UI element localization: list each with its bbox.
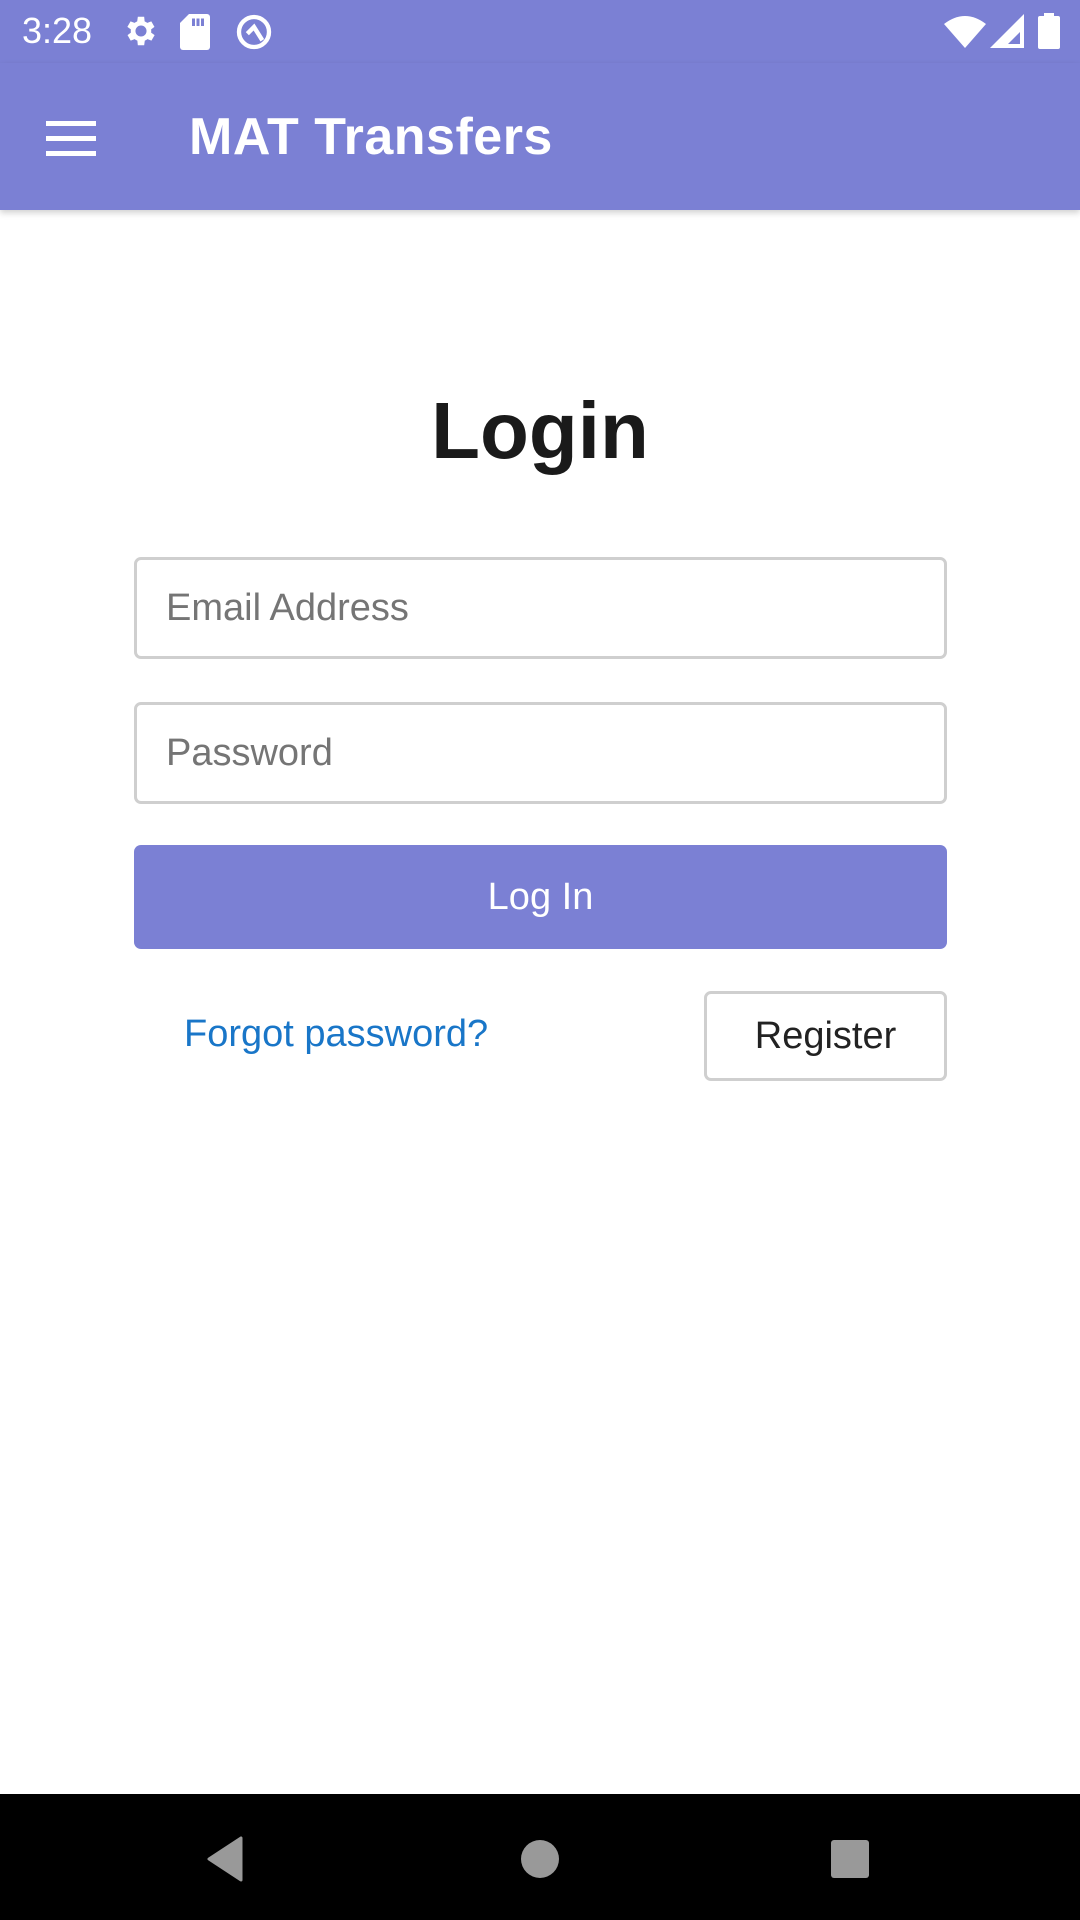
password-input[interactable] [137, 705, 944, 801]
register-button[interactable]: Register [704, 991, 947, 1081]
login-button[interactable]: Log In [134, 845, 947, 949]
wifi-icon [944, 14, 986, 53]
app-title: MAT Transfers [189, 108, 553, 166]
home-icon[interactable] [500, 1824, 580, 1894]
battery-icon [1038, 13, 1060, 54]
email-input[interactable] [137, 560, 944, 656]
cell-signal-icon [990, 14, 1024, 53]
password-field-container [134, 702, 947, 804]
navigation-bar [0, 1794, 1080, 1920]
page-title: Login [431, 386, 649, 475]
recents-icon[interactable] [810, 1824, 890, 1894]
status-time: 3:28 [22, 10, 93, 51]
sd-card-icon [180, 14, 210, 55]
back-icon[interactable] [185, 1824, 265, 1894]
status-bar: 3:28 [0, 0, 1080, 63]
forgot-password-link[interactable]: Forgot password? [184, 1013, 488, 1056]
hamburger-menu-icon[interactable] [32, 103, 114, 173]
email-field-container [134, 557, 947, 659]
vpn-q-icon [234, 12, 274, 57]
gear-icon [122, 12, 160, 55]
app-bar: MAT Transfers [0, 63, 1080, 210]
